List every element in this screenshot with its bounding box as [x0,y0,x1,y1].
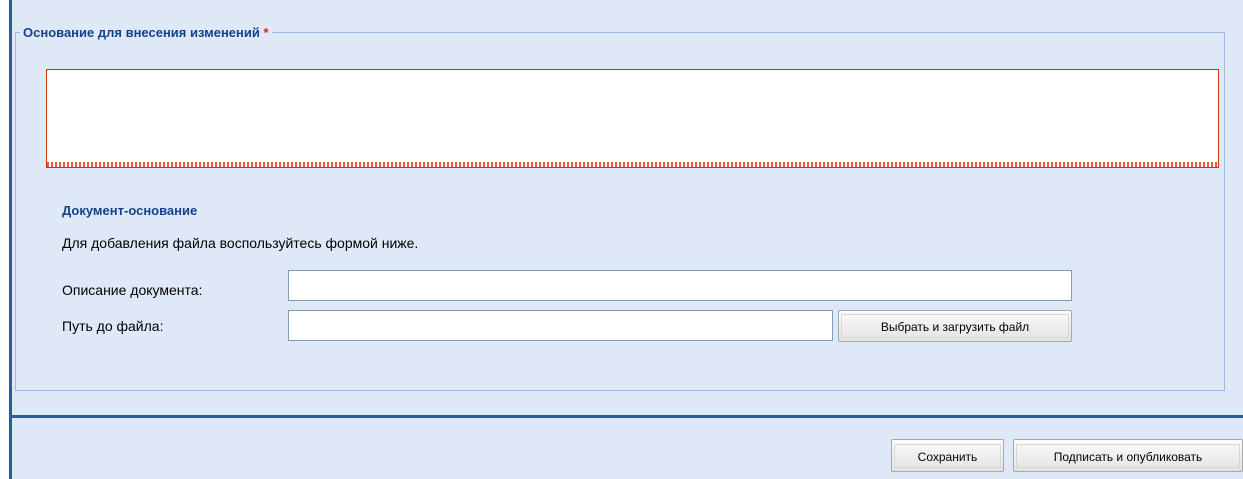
document-section-title: Документ-основание [62,203,198,218]
invalid-field-indicator [47,162,1218,167]
required-star: * [263,25,269,40]
reason-textarea[interactable] [47,70,1218,162]
file-path-input[interactable] [288,310,833,341]
sign-and-publish-button[interactable]: Подписать и опубликовать [1013,439,1243,472]
save-button-label: Сохранить [894,443,1001,468]
reason-legend: Основание для внесения изменений * [20,25,272,40]
save-button[interactable]: Сохранить [891,439,1004,472]
description-label: Описание документа: [62,282,203,298]
reason-textarea-wrapper [46,69,1219,168]
page: Основание для внесения изменений * Докум… [0,0,1243,479]
document-hint-text: Для добавления файла воспользуйтесь форм… [62,235,419,251]
upload-file-button[interactable]: Выбрать и загрузить файл [838,310,1072,342]
file-path-label: Путь до файла: [62,318,164,334]
upload-file-button-label: Выбрать и загрузить файл [841,314,1069,338]
reason-legend-label: Основание для внесения изменений [23,25,260,40]
sign-and-publish-button-label: Подписать и опубликовать [1016,443,1240,468]
description-input[interactable] [288,270,1072,301]
